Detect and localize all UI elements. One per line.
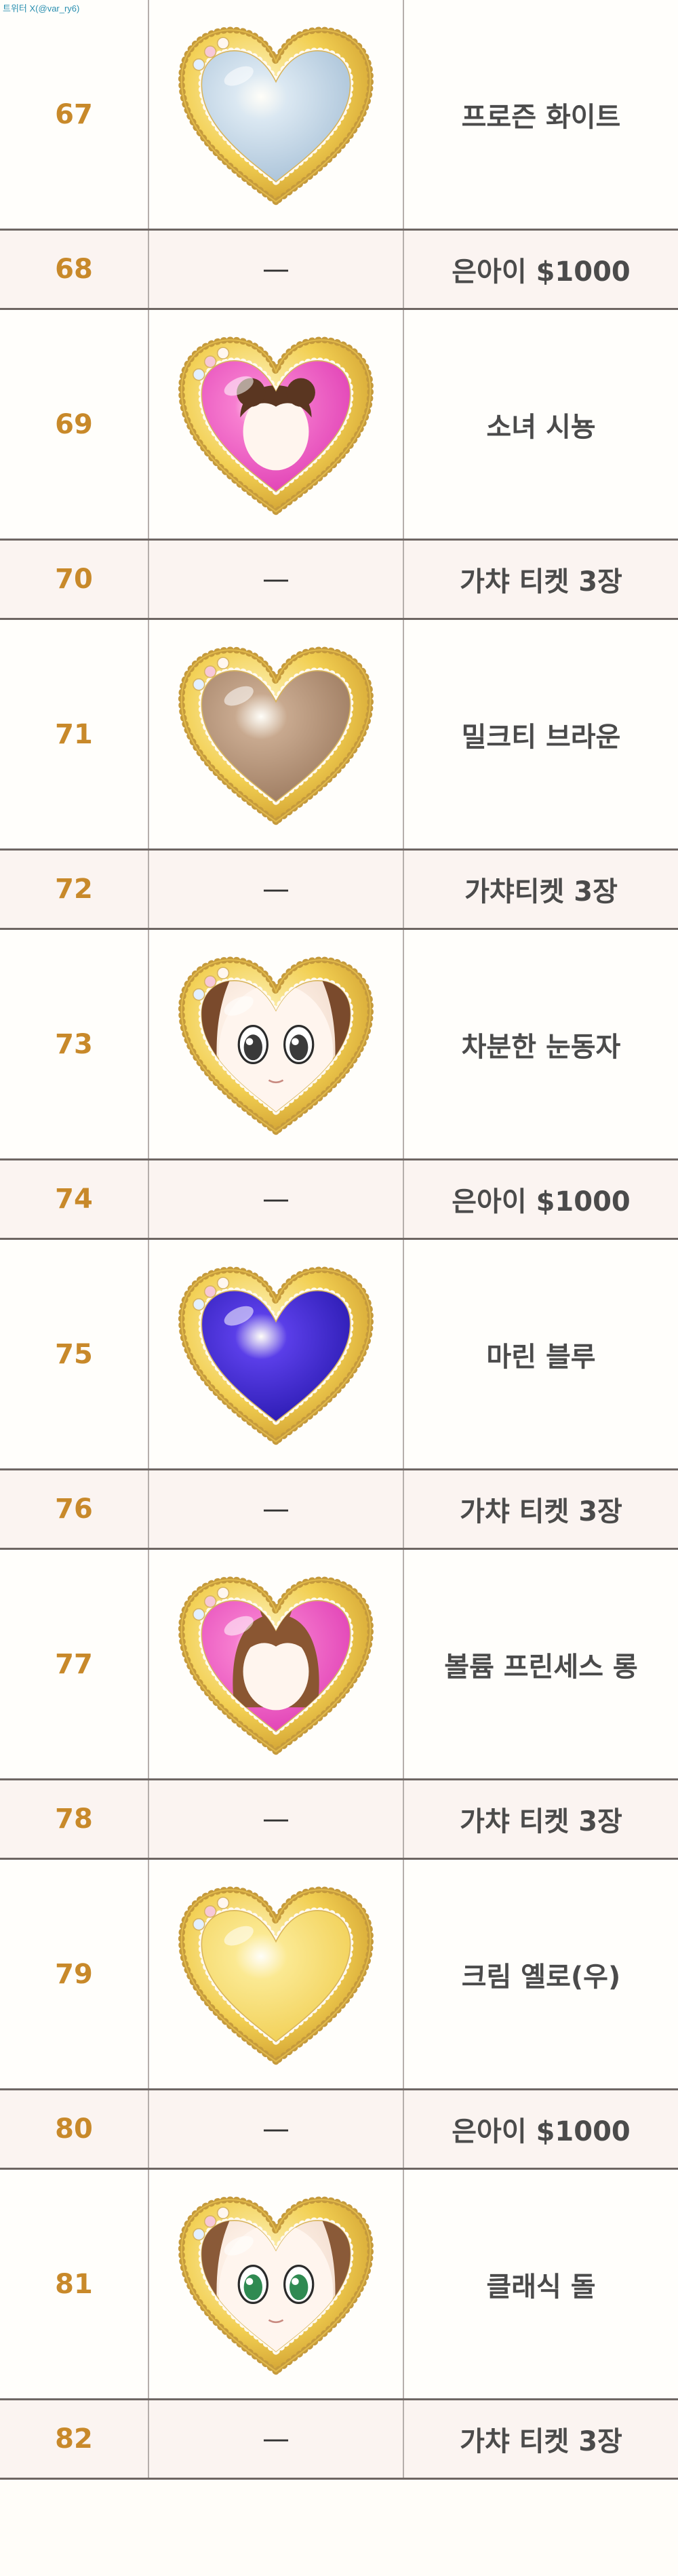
reward-name-cell: 가챠티켓 3장 xyxy=(464,876,618,908)
reward-name-cell: 은아이 $1000 xyxy=(452,1186,631,1217)
empty-item-dash: — xyxy=(262,874,290,905)
level-cell: 69 xyxy=(0,310,149,539)
level-cell: 78 xyxy=(0,1780,149,1858)
empty-item-dash: — xyxy=(262,564,290,595)
table-row: 73 차분한 눈동자 xyxy=(0,930,678,1160)
item-cell: — xyxy=(149,1470,404,1548)
level-cell: 74 xyxy=(0,1160,149,1238)
table-row: 79 크림 옐로(우) xyxy=(0,1860,678,2090)
empty-item-dash: — xyxy=(262,2113,290,2145)
item-cell xyxy=(149,0,404,229)
item-cell xyxy=(149,1860,404,2088)
table-row: 74 — 은아이 $1000 xyxy=(0,1160,678,1240)
heart-hair-volume-princess-icon xyxy=(178,1576,374,1755)
table-row: 82 — 가챠 티켓 3장 xyxy=(0,2400,678,2480)
table-row: 70 — 가챠 티켓 3장 xyxy=(0,541,678,620)
reward-name-cell: 크림 옐로(우) xyxy=(461,1961,621,1993)
reward-name-cell: 볼륨 프린세스 롱 xyxy=(444,1651,638,1683)
level-cell: 72 xyxy=(0,851,149,928)
level-cell: 73 xyxy=(0,930,149,1158)
level-cell: 68 xyxy=(0,231,149,308)
reward-name-cell: 가챠 티켓 3장 xyxy=(460,1496,622,1527)
heart-cream-yellow-icon xyxy=(178,1886,374,2065)
reward-name-cell: 밀크티 브라운 xyxy=(461,721,621,753)
heart-face-classic-doll-icon xyxy=(178,2196,374,2375)
item-cell: — xyxy=(149,231,404,308)
item-cell: — xyxy=(149,2400,404,2478)
reward-name-cell: 클래식 돌 xyxy=(486,2271,596,2303)
heart-marine-blue-icon xyxy=(178,1266,374,1445)
reward-name-cell: 소녀 시뇽 xyxy=(486,411,596,443)
reward-name-cell: 은아이 $1000 xyxy=(452,256,631,288)
empty-item-dash: — xyxy=(262,2423,290,2455)
reward-name-cell: 가챠 티켓 3장 xyxy=(460,2426,622,2457)
reward-name-cell: 차분한 눈동자 xyxy=(461,1031,621,1063)
heart-hair-pink-icon xyxy=(178,336,374,515)
reward-table: 67 프로즌 화이트 68— 은아이 $1000 69 소녀 시뇽 70— 가챠 티켓 3장 7… xyxy=(0,0,678,2480)
level-cell: 75 xyxy=(0,1240,149,1468)
item-cell: — xyxy=(149,1780,404,1858)
level-cell: 82 xyxy=(0,2400,149,2478)
item-cell: — xyxy=(149,2090,404,2168)
heart-milktea-brown-icon xyxy=(178,646,374,825)
level-cell: 71 xyxy=(0,620,149,848)
level-cell: 81 xyxy=(0,2170,149,2398)
item-cell: — xyxy=(149,541,404,618)
item-cell: — xyxy=(149,1160,404,1238)
empty-item-dash: — xyxy=(262,1184,290,1215)
table-row: 67 프로즌 화이트 xyxy=(0,0,678,231)
level-cell: 70 xyxy=(0,541,149,618)
credit-text: 트위터 X(@var_ry6) xyxy=(3,3,80,14)
item-cell xyxy=(149,620,404,848)
table-row: 81 클래식 돌 xyxy=(0,2170,678,2400)
reward-name-cell: 마린 블루 xyxy=(486,1341,596,1373)
reward-name-cell: 프로즌 화이트 xyxy=(461,101,621,133)
empty-item-dash: — xyxy=(262,1494,290,1525)
table-row: 80 — 은아이 $1000 xyxy=(0,2090,678,2170)
table-row: 75 마린 블루 xyxy=(0,1240,678,1470)
reward-name-cell: 가챠 티켓 3장 xyxy=(460,566,622,598)
table-row: 68 — 은아이 $1000 xyxy=(0,231,678,310)
table-row: 69 소녀 시뇽 xyxy=(0,310,678,541)
empty-item-dash: — xyxy=(262,1803,290,1835)
heart-frozen-white-icon xyxy=(178,26,374,206)
heart-face-calm-eyes-icon xyxy=(178,956,374,1135)
level-cell: 67 xyxy=(0,0,149,229)
reward-name-cell: 가챠 티켓 3장 xyxy=(460,1806,622,1837)
table-row: 72 — 가챠티켓 3장 xyxy=(0,851,678,930)
level-cell: 76 xyxy=(0,1470,149,1548)
item-cell xyxy=(149,1240,404,1468)
item-cell xyxy=(149,310,404,539)
reward-name-cell: 은아이 $1000 xyxy=(452,2116,631,2147)
item-cell xyxy=(149,930,404,1158)
level-cell: 80 xyxy=(0,2090,149,2168)
item-cell xyxy=(149,2170,404,2398)
table-row: 77 볼륨 프린세스 롱 xyxy=(0,1550,678,1780)
item-cell xyxy=(149,1550,404,1778)
item-cell: — xyxy=(149,851,404,928)
table-row: 71 밀크티 브라운 xyxy=(0,620,678,851)
empty-item-dash: — xyxy=(262,254,290,285)
level-cell: 77 xyxy=(0,1550,149,1778)
table-row: 78 — 가챠 티켓 3장 xyxy=(0,1780,678,1860)
level-cell: 79 xyxy=(0,1860,149,2088)
table-row: 76 — 가챠 티켓 3장 xyxy=(0,1470,678,1550)
